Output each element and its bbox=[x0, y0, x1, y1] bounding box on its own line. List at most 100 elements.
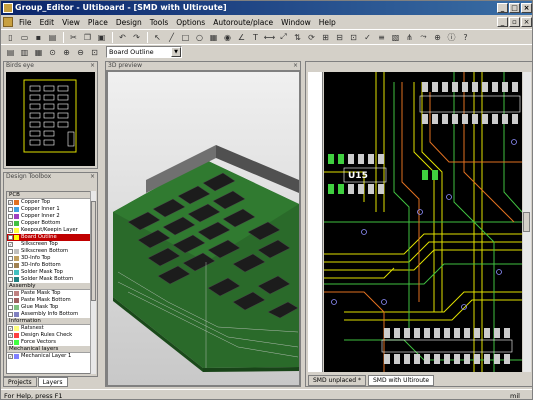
ungroup-icon[interactable]: ⊟ bbox=[333, 31, 346, 43]
zoom-out-icon[interactable]: ⊖ bbox=[74, 46, 87, 58]
layer-color-swatch[interactable] bbox=[14, 333, 19, 338]
menu-view[interactable]: View bbox=[58, 18, 84, 27]
zoom-window-icon[interactable]: ⊡ bbox=[88, 46, 101, 58]
layer-row[interactable]: ✓ Keepout/Keepin Layer bbox=[7, 227, 90, 234]
menu-help[interactable]: Help bbox=[315, 18, 340, 27]
layer-row[interactable]: Copper Inner 1 bbox=[7, 206, 90, 213]
layer-row[interactable]: ✓ Design Rules Check bbox=[7, 332, 90, 339]
tab-smd-ultiroute[interactable]: SMD with Ultiroute bbox=[367, 375, 435, 386]
layer-visibility-checkbox[interactable]: ✓ bbox=[8, 326, 13, 331]
zoom-in-icon[interactable]: ⊕ bbox=[60, 46, 73, 58]
route-icon[interactable]: ⤢ bbox=[277, 31, 290, 43]
layer-visibility-checkbox[interactable] bbox=[8, 270, 13, 275]
close-icon[interactable]: × bbox=[90, 173, 95, 181]
text-icon[interactable]: T bbox=[249, 31, 262, 43]
layer-color-swatch[interactable] bbox=[14, 200, 19, 205]
layer-group-header[interactable]: Mechanical layers bbox=[7, 346, 90, 353]
group-icon[interactable]: ⊞ bbox=[319, 31, 332, 43]
chevron-down-icon[interactable]: ▼ bbox=[171, 47, 181, 57]
trace-icon[interactable]: ∠ bbox=[235, 31, 248, 43]
layer-visibility-checkbox[interactable] bbox=[8, 249, 13, 254]
help-icon[interactable]: ? bbox=[459, 31, 472, 43]
layer-row[interactable]: ✓ Mechanical Layer 1 bbox=[7, 353, 90, 360]
copy-icon[interactable]: ❐ bbox=[81, 31, 94, 43]
toggle-3d-icon[interactable]: ▦ bbox=[32, 46, 45, 58]
menu-options[interactable]: Options bbox=[172, 18, 209, 27]
zoom-all-icon[interactable]: ⊙ bbox=[46, 46, 59, 58]
layer-visibility-checkbox[interactable]: ✓ bbox=[8, 200, 13, 205]
draw-line-icon[interactable]: ╱ bbox=[165, 31, 178, 43]
doc-close-button[interactable]: × bbox=[521, 17, 532, 27]
layer-row[interactable]: Solder Mask Top bbox=[7, 269, 90, 276]
layer-color-swatch[interactable] bbox=[14, 221, 19, 226]
layer-select[interactable]: Board Outline ▼ bbox=[106, 46, 182, 58]
open-icon[interactable]: ▭ bbox=[18, 31, 31, 43]
layer-color-swatch[interactable] bbox=[14, 354, 19, 359]
cut-icon[interactable]: ✂ bbox=[67, 31, 80, 43]
menu-place[interactable]: Place bbox=[84, 18, 112, 27]
document-icon[interactable] bbox=[3, 17, 13, 27]
menu-autoroute[interactable]: Autoroute/place bbox=[209, 18, 277, 27]
draw-rect-icon[interactable]: □ bbox=[179, 31, 192, 43]
layer-visibility-checkbox[interactable]: ✓ bbox=[8, 333, 13, 338]
place-part-icon[interactable]: ▦ bbox=[207, 31, 220, 43]
menu-file[interactable]: File bbox=[15, 18, 36, 27]
layer-row[interactable]: Solder Mask Bottom bbox=[7, 276, 90, 283]
layer-color-swatch[interactable] bbox=[14, 235, 19, 240]
3d-preview-view[interactable] bbox=[108, 72, 299, 385]
layer-color-swatch[interactable] bbox=[14, 277, 19, 282]
fanout-icon[interactable]: ⋔ bbox=[403, 31, 416, 43]
layer-visibility-checkbox[interactable] bbox=[8, 312, 13, 317]
minimize-button[interactable]: _ bbox=[497, 3, 508, 13]
print-icon[interactable]: ▤ bbox=[46, 31, 59, 43]
layer-row[interactable]: ✓ Board Outline bbox=[7, 234, 90, 241]
layer-row[interactable]: Paste Mask Bottom bbox=[7, 297, 90, 304]
select-icon[interactable]: ↖ bbox=[151, 31, 164, 43]
layer-row[interactable]: Paste Mask Top bbox=[7, 290, 90, 297]
layer-color-swatch[interactable] bbox=[14, 242, 19, 247]
layer-visibility-checkbox[interactable]: ✓ bbox=[8, 242, 13, 247]
layer-visibility-checkbox[interactable]: ✓ bbox=[8, 235, 13, 240]
birds-eye-view[interactable] bbox=[6, 72, 95, 166]
layer-group-header[interactable]: Assembly bbox=[7, 283, 90, 290]
layer-color-swatch[interactable] bbox=[14, 326, 19, 331]
layer-visibility-checkbox[interactable] bbox=[8, 214, 13, 219]
doc-minimize-button[interactable]: _ bbox=[497, 17, 508, 27]
layer-row[interactable]: Glue Mask Top bbox=[7, 304, 90, 311]
tab-projects[interactable]: Projects bbox=[3, 377, 37, 387]
layer-color-swatch[interactable] bbox=[14, 312, 19, 317]
doc-restore-button[interactable]: ▫ bbox=[509, 17, 520, 27]
autoplace-icon[interactable]: ⊕ bbox=[431, 31, 444, 43]
layer-row[interactable]: ✓ Copper Bottom bbox=[7, 220, 90, 227]
layer-visibility-checkbox[interactable] bbox=[8, 305, 13, 310]
layer-visibility-checkbox[interactable] bbox=[8, 263, 13, 268]
copper-pour-icon[interactable]: ▧ bbox=[389, 31, 402, 43]
layer-color-swatch[interactable] bbox=[14, 340, 19, 345]
layer-visibility-checkbox[interactable]: ✓ bbox=[8, 340, 13, 345]
toggle-spreadsheet-icon[interactable]: ▥ bbox=[18, 46, 31, 58]
maximize-button[interactable]: □ bbox=[509, 3, 520, 13]
menu-edit[interactable]: Edit bbox=[36, 18, 59, 27]
save-icon[interactable]: ▪ bbox=[32, 31, 45, 43]
layer-visibility-checkbox[interactable] bbox=[8, 207, 13, 212]
layer-row[interactable]: ✓ Ratsnest bbox=[7, 325, 90, 332]
autoroute-icon[interactable]: ⤳ bbox=[417, 31, 430, 43]
layer-visibility-checkbox[interactable] bbox=[8, 277, 13, 282]
pcb-canvas[interactable]: U15 bbox=[324, 72, 522, 372]
close-button[interactable]: × bbox=[521, 3, 532, 13]
layer-color-swatch[interactable] bbox=[14, 214, 19, 219]
layer-color-swatch[interactable] bbox=[14, 249, 19, 254]
layer-visibility-checkbox[interactable] bbox=[8, 298, 13, 303]
menu-window[interactable]: Window bbox=[277, 18, 315, 27]
netlist-icon[interactable]: ≡ bbox=[375, 31, 388, 43]
layers-scrollbar[interactable] bbox=[90, 191, 96, 374]
layer-row[interactable]: Silkscreen Bottom bbox=[7, 248, 90, 255]
layer-color-swatch[interactable] bbox=[14, 228, 19, 233]
layer-color-swatch[interactable] bbox=[14, 291, 19, 296]
place-via-icon[interactable]: ◉ bbox=[221, 31, 234, 43]
layer-group-header[interactable]: PCB bbox=[7, 192, 90, 199]
layer-visibility-checkbox[interactable]: ✓ bbox=[8, 354, 13, 359]
menu-design[interactable]: Design bbox=[112, 18, 146, 27]
rotate-icon[interactable]: ⟳ bbox=[305, 31, 318, 43]
layer-color-swatch[interactable] bbox=[14, 270, 19, 275]
